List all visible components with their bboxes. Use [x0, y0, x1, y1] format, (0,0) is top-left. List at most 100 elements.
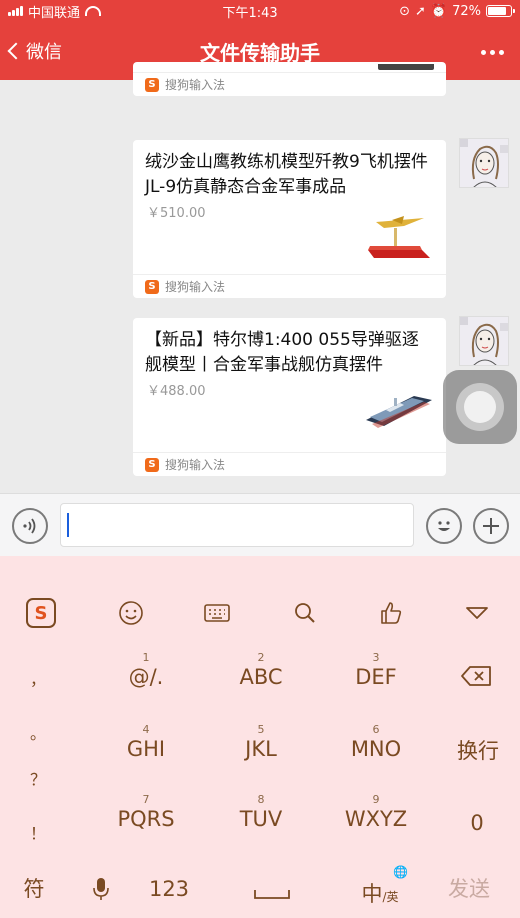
thumbs-up-button[interactable]: [376, 598, 406, 628]
collapse-keyboard-button[interactable]: [462, 598, 492, 628]
voice-button[interactable]: [12, 508, 48, 544]
carrier-label: 中国联通: [28, 5, 81, 21]
bubble-footer: S 搜狗输入法: [133, 274, 446, 298]
chevron-down-icon: [466, 607, 488, 619]
sogou-logo-button[interactable]: S: [26, 598, 56, 628]
more-options-icon[interactable]: [481, 50, 504, 55]
key-number: 4: [142, 723, 150, 736]
backspace-icon: [461, 666, 491, 686]
key-number: 9: [372, 793, 380, 806]
backspace-key[interactable]: [452, 664, 502, 692]
keyboard-switch-button[interactable]: [202, 598, 232, 628]
smiley-icon: [119, 601, 143, 625]
plus-icon: [483, 518, 499, 534]
location-icon: ➚: [415, 3, 426, 19]
key-1[interactable]: 1 @/.: [96, 652, 196, 690]
key-7[interactable]: 7 PQRS: [96, 794, 196, 832]
bubble-footer: S 搜狗输入法: [133, 452, 446, 476]
product-thumbnail: [378, 64, 434, 70]
avatar[interactable]: [459, 316, 509, 366]
emoji-button[interactable]: [426, 508, 462, 544]
key-6[interactable]: 6 MNO: [326, 724, 426, 762]
key-number: 7: [142, 793, 150, 806]
symbol-key[interactable]: 符: [14, 876, 54, 902]
emoji-icon: [438, 521, 450, 531]
key-number: 2: [257, 651, 265, 664]
send-label: 发送: [448, 877, 490, 901]
message-input[interactable]: [60, 503, 414, 547]
keyboard-icon: [204, 604, 230, 622]
key-label: TUV: [239, 807, 283, 831]
punct-key[interactable]: 。: [28, 720, 48, 744]
emoticon-button[interactable]: [116, 598, 146, 628]
key-0[interactable]: 0: [452, 810, 502, 836]
thumbs-up-icon: [381, 602, 402, 624]
microphone-icon: [93, 878, 109, 900]
clock: 下午1:43: [222, 5, 278, 21]
sogou-icon: S: [145, 457, 159, 472]
status-bar: 中国联通 下午1:43 ⊙ ➚ ⏰ 72%: [0, 0, 520, 22]
avatar-portrait-icon: [460, 317, 508, 365]
chevron-left-icon: [7, 42, 25, 60]
message-text: 绒沙金山鹰教练机模型歼教9飞机摆件 JL-9仿真静态合金军事成品: [145, 152, 428, 197]
key-5[interactable]: 5 JKL: [211, 724, 311, 762]
orientation-lock-icon: ⊙: [399, 3, 410, 19]
wifi-icon: [85, 6, 102, 16]
avatar-portrait-icon: [460, 139, 508, 187]
key-label: 0: [470, 811, 484, 835]
battery-icon: [486, 5, 515, 17]
key-2[interactable]: 2 ABC: [211, 652, 311, 690]
message-bubble[interactable]: 【新品】特尔博1:400 055导弹驱逐舰模型丨合金军事战舰仿真摆件 ￥488.…: [133, 318, 446, 476]
ime-source-label: 搜狗输入法: [165, 458, 226, 472]
punct-key[interactable]: ！: [28, 820, 48, 844]
voice-icon: [23, 518, 36, 534]
back-label: 微信: [26, 42, 62, 63]
voice-input-key[interactable]: [86, 876, 116, 906]
key-number: 5: [257, 723, 265, 736]
key-number: 1: [142, 651, 150, 664]
battery-percent: 72%: [452, 3, 481, 19]
numeric-mode-label: 123: [148, 877, 190, 901]
message-bubble[interactable]: S 搜狗输入法: [133, 62, 446, 96]
newline-key[interactable]: 换行: [448, 738, 508, 764]
input-bar: [0, 493, 520, 556]
assistive-touch-button[interactable]: [443, 370, 517, 444]
lang-main-label: 中: [361, 882, 383, 906]
alarm-icon: ⏰: [430, 3, 448, 19]
sogou-logo-icon: S: [26, 598, 56, 628]
newline-label: 换行: [457, 739, 499, 763]
ime-source-label: 搜狗输入法: [165, 78, 226, 92]
key-label: MNO: [350, 737, 402, 761]
signal-icon: [8, 6, 23, 16]
key-number: 3: [372, 651, 380, 664]
key-number: 8: [257, 793, 265, 806]
key-label: PQRS: [117, 807, 175, 831]
key-label: WXYZ: [344, 807, 408, 831]
search-button[interactable]: [290, 598, 320, 628]
key-8[interactable]: 8 TUV: [211, 794, 311, 832]
key-3[interactable]: 3 DEF: [326, 652, 426, 690]
key-4[interactable]: 4 GHI: [96, 724, 196, 762]
key-number: 6: [372, 723, 380, 736]
send-key[interactable]: 发送: [434, 876, 504, 902]
bubble-footer: S 搜狗输入法: [133, 72, 446, 96]
language-switch-key[interactable]: 🌐 中/英: [352, 866, 408, 908]
numeric-mode-key[interactable]: 123: [136, 876, 202, 902]
key-label: ABC: [239, 665, 283, 689]
space-key[interactable]: [232, 878, 312, 906]
key-9[interactable]: 9 WXYZ: [326, 794, 426, 832]
key-label: @/.: [128, 665, 164, 689]
punct-key[interactable]: ，: [28, 666, 48, 690]
back-button[interactable]: 微信: [7, 38, 62, 64]
globe-icon: 🌐: [393, 865, 408, 879]
message-bubble[interactable]: 绒沙金山鹰教练机模型歼教9飞机摆件 JL-9仿真静态合金军事成品 ￥510.00…: [133, 140, 446, 298]
sogou-keyboard: S ， 。 ？ ！ 1 @/. 2 ABC 3 DEF 4 GHI 5 JKL 6 MNO …: [0, 556, 520, 918]
sogou-icon: S: [145, 77, 159, 92]
ship-model-thumbnail: [366, 396, 432, 428]
avatar[interactable]: [459, 138, 509, 188]
more-functions-button[interactable]: [473, 508, 509, 544]
punct-key[interactable]: ？: [28, 766, 48, 790]
sogou-icon: S: [145, 279, 159, 294]
message-text: 【新品】特尔博1:400 055导弹驱逐舰模型丨合金军事战舰仿真摆件: [145, 330, 419, 375]
search-icon: [295, 603, 315, 623]
